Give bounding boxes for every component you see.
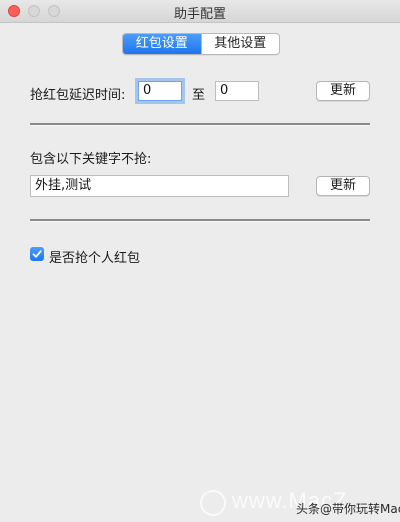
checkmark-icon [32, 250, 42, 258]
tab-other-settings[interactable]: 其他设置 [200, 34, 280, 54]
keywords-label: 包含以下关键字不抢: [30, 152, 152, 167]
window-title: 助手配置 [173, 7, 226, 22]
delay-update-button[interactable]: 更新 [316, 81, 370, 101]
delay-to-input[interactable]: 0 [215, 81, 259, 101]
title-bar: 助手配置 [0, 0, 400, 23]
delay-to-label: 至 [192, 88, 206, 103]
personal-red-packet-label: 是否抢个人红包 [49, 251, 141, 266]
delay-label: 抢红包延迟时间: [30, 88, 126, 103]
watermark-caption: 头条@带你玩转Mac [296, 502, 400, 516]
watermark: www.MacZ 头条@带你玩转Mac [200, 486, 400, 522]
preferences-window: 助手配置 红包设置 其他设置 抢红包延迟时间: 0 至 0 更新 包含以下关键字… [0, 0, 400, 522]
separator [30, 219, 370, 222]
keywords-update-button[interactable]: 更新 [316, 176, 370, 196]
macz-logo-icon [200, 490, 226, 516]
delay-from-input[interactable]: 0 [138, 81, 182, 101]
tab-red-packet-settings[interactable]: 红包设置 [123, 34, 201, 54]
keywords-input[interactable]: 外挂,测试 [30, 175, 289, 197]
personal-red-packet-checkbox[interactable] [30, 247, 44, 261]
separator [30, 123, 370, 126]
settings-tab-control: 红包设置 其他设置 [122, 33, 280, 55]
